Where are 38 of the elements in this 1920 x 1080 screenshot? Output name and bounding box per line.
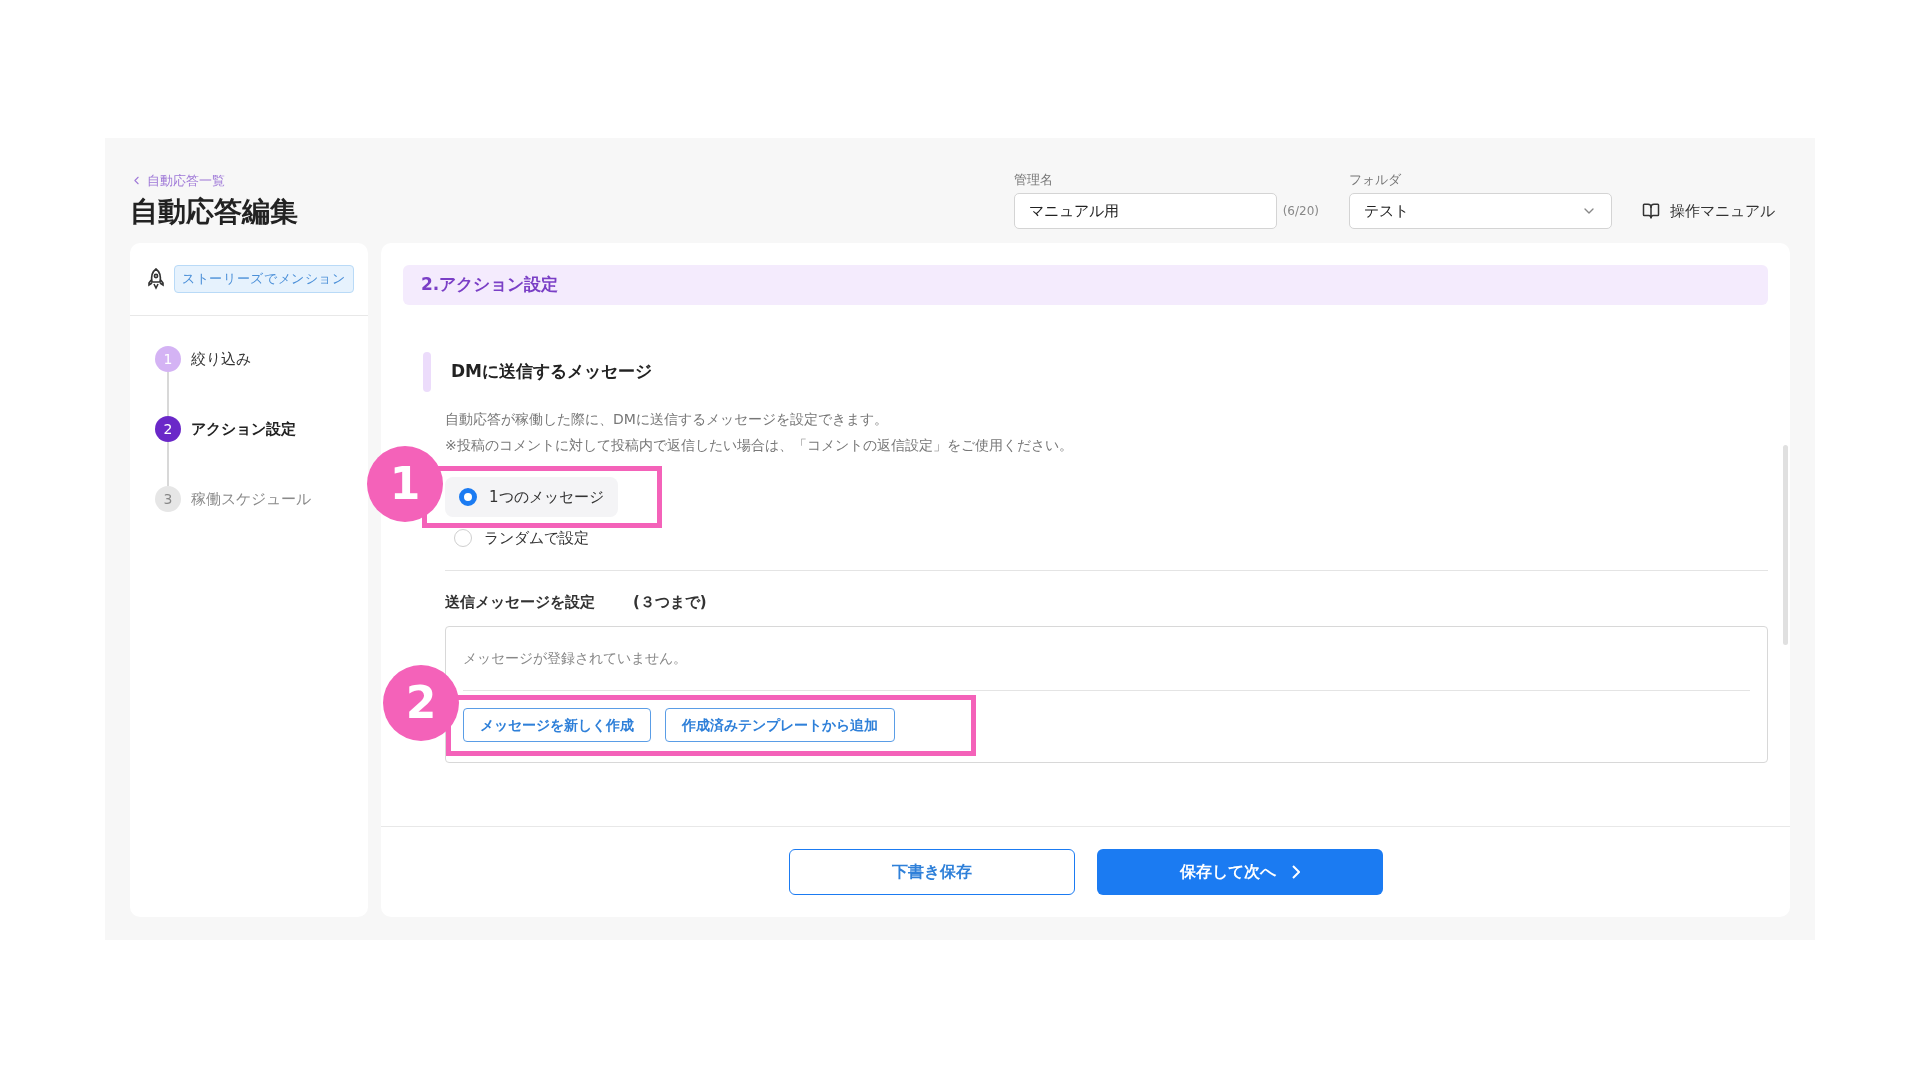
step-item[interactable]: 3 稼働スケジュール: [155, 486, 368, 512]
draft-save-button[interactable]: 下書き保存: [788, 849, 1075, 895]
step-item[interactable]: 2 アクション設定: [155, 416, 368, 442]
trigger-tag: ストーリーズでメンション: [174, 265, 354, 293]
step-label: 絞り込み: [191, 348, 251, 370]
step-number: 3: [155, 486, 181, 512]
field-label: 管理名: [1013, 170, 1054, 189]
radio-button: [459, 488, 477, 506]
messages-limit: (３つまで): [633, 592, 707, 613]
empty-message-text: メッセージが登録されていません。: [463, 648, 687, 668]
description-text: 自動応答が稼働した際に、DMに送信するメッセージを設定できます。: [445, 410, 889, 429]
subsection-heading: DMに送信するメッセージ: [451, 360, 653, 384]
numbered-callout: 1: [367, 446, 443, 522]
save-next-button[interactable]: 保存して次へ: [1096, 849, 1383, 895]
step-item[interactable]: 1 絞り込み: [155, 346, 368, 372]
field-label: フォルダ: [1349, 170, 1402, 189]
name-input-field[interactable]: マニュアル用: [1013, 193, 1277, 229]
step-number: 1: [155, 346, 181, 372]
messages-label: 送信メッセージを設定: [445, 592, 595, 613]
book-icon: [1642, 202, 1660, 220]
section-header: 2.アクション設定: [403, 265, 1768, 305]
description-text: ※投稿のコメントに対して投稿内で返信したい場合は、「コメントの返信設定」をご使用ください。: [445, 436, 1074, 455]
step-label: 稼働スケジュール: [191, 488, 311, 510]
accent-bar: [423, 352, 431, 392]
page-title: 自動応答編集: [130, 194, 298, 229]
folder-select[interactable]: テスト: [1349, 193, 1612, 229]
radio-button: [454, 529, 472, 547]
numbered-callout: 2: [383, 664, 459, 741]
step-label: アクション設定: [191, 418, 296, 440]
step-number: 2: [155, 416, 181, 442]
add-message-button[interactable]: 作成済みテンプレートから追加: [665, 708, 895, 742]
radio-option[interactable]: ランダムで設定: [440, 518, 603, 558]
add-message-button[interactable]: メッセージを新しく作成: [463, 708, 651, 742]
rocket-icon: [146, 268, 166, 290]
radio-option[interactable]: 1つのメッセージ: [445, 477, 618, 517]
manual-link[interactable]: 操作マニュアル: [1642, 193, 1775, 229]
character-counter: (6/20): [1282, 203, 1319, 220]
chevron-right-icon: [1291, 865, 1300, 879]
